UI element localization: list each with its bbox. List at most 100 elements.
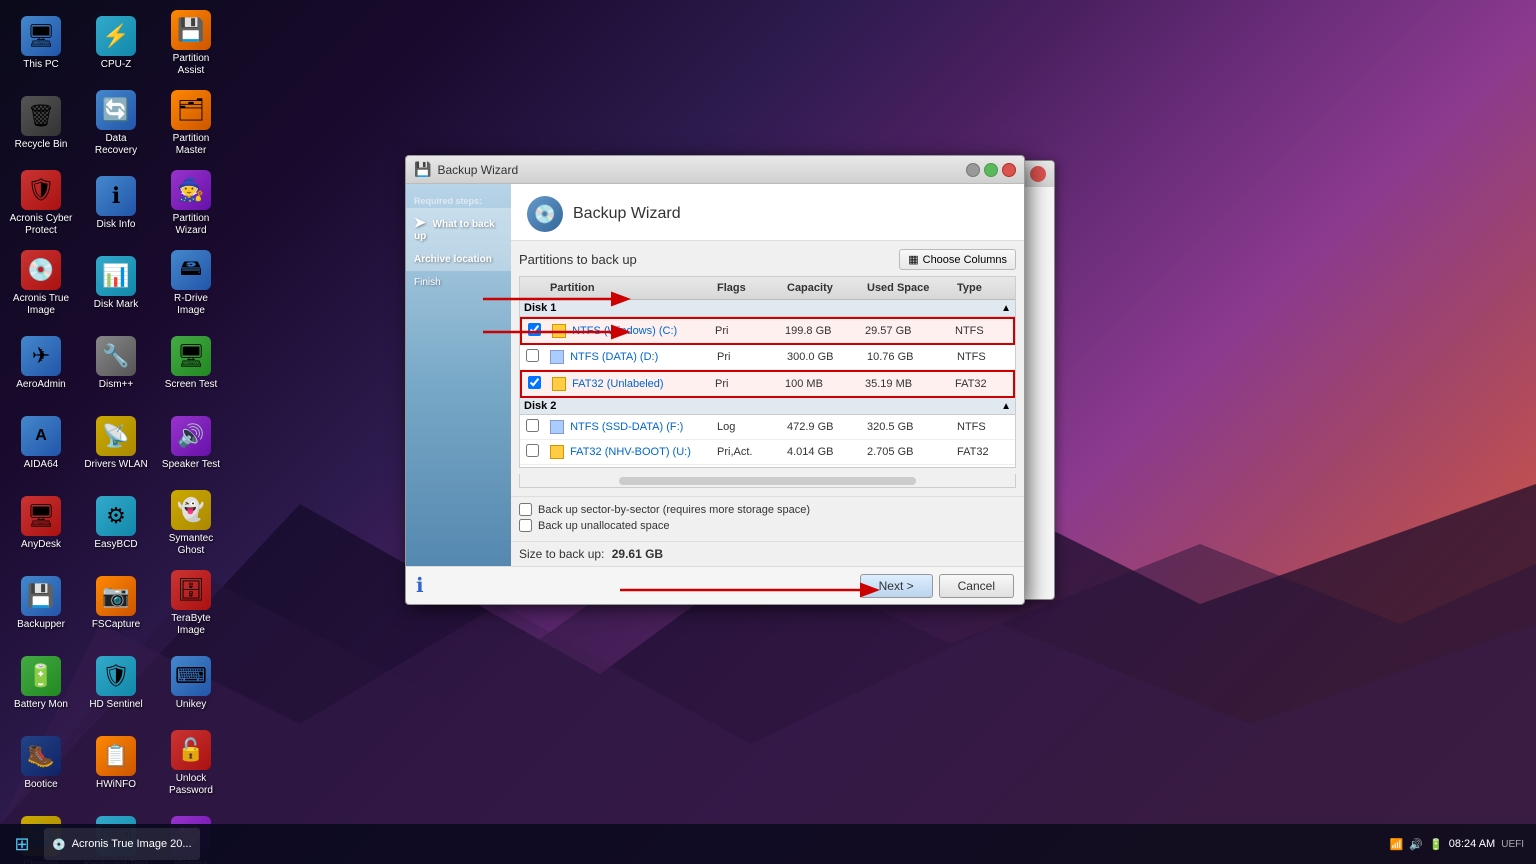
checkbox-sector[interactable] <box>519 503 532 516</box>
partition-row-unlabeled[interactable]: FAT32 (Unlabeled) Pri 100 MB 35.19 MB FA… <box>520 370 1015 398</box>
icon-this-pc[interactable]: 🖥 This PC <box>5 5 77 81</box>
maximize-button[interactable] <box>984 163 998 177</box>
partition-table: Partition Flags Capacity Used Space Type… <box>519 276 1016 468</box>
size-area: Size to back up: 29.61 GB <box>511 541 1024 566</box>
icon-disk-mark[interactable]: 📊 Disk Mark <box>80 245 152 321</box>
wizard-header: 💿 Backup Wizard <box>511 184 1024 241</box>
part-icon-unlabeled <box>552 377 566 391</box>
wizard-main: 💿 Backup Wizard Partitions to back up ▦ … <box>511 184 1024 566</box>
dialog-content-area: Required steps: ➤ What to back up Archiv… <box>406 184 1024 566</box>
tray-network-icon[interactable]: 📶 <box>1390 838 1404 851</box>
choose-columns-icon: ▦ <box>908 253 918 266</box>
icon-unikey[interactable]: ⌨ Unikey <box>155 645 227 721</box>
icon-screen-test[interactable]: 🖥 Screen Test <box>155 325 227 401</box>
dialog-icon: 💾 <box>414 161 431 178</box>
icon-cpu-z[interactable]: ⚡ CPU-Z <box>80 5 152 81</box>
taskbar-item-acronis[interactable]: 💿 Acronis True Image 20... <box>44 828 200 860</box>
disk2-collapse[interactable]: ▲ <box>1001 401 1011 412</box>
table-scrollbar[interactable] <box>519 474 1016 488</box>
wizard-header-icon: 💿 <box>527 196 563 232</box>
col-capacity: Capacity <box>783 280 863 296</box>
desktop: 🖥 This PC ⚡ CPU-Z 💾 Partition Assist 🗑 R… <box>0 0 1536 864</box>
size-value: 29.61 GB <box>612 547 663 561</box>
taskbar-item-icon: 💿 <box>52 838 66 851</box>
partition-row-d[interactable]: NTFS (DATA) (D:) Pri 300.0 GB 10.76 GB N… <box>520 345 1015 370</box>
icon-partition-assist[interactable]: 💾 Partition Assist <box>155 5 227 81</box>
col-flags: Flags <box>713 280 783 296</box>
icon-fscapture[interactable]: 📷 FSCapture <box>80 565 152 641</box>
icon-acronis-cyber[interactable]: 🛡 Acronis Cyber Protect <box>5 165 77 241</box>
icon-r-drive[interactable]: 🖴 R-Drive Image <box>155 245 227 321</box>
table-header: Partition Flags Capacity Used Space Type <box>520 277 1015 300</box>
icon-terabyte[interactable]: 🗄 TeraByte Image <box>155 565 227 641</box>
step-icon-1: ➤ <box>414 214 426 230</box>
col-partition: Partition <box>546 280 713 296</box>
dialog-footer: ℹ Next > Cancel <box>406 566 1024 604</box>
option-sector: Back up sector-by-sector (requires more … <box>519 503 1016 516</box>
icon-dism[interactable]: 🔧 Dism++ <box>80 325 152 401</box>
icon-aeroadmin[interactable]: ✈ AeroAdmin <box>5 325 77 401</box>
tray-battery-icon[interactable]: 🔋 <box>1429 838 1443 851</box>
icon-anydesk[interactable]: 🖥 AnyDesk <box>5 485 77 561</box>
dialog-title: Backup Wizard <box>437 163 518 177</box>
titlebar-controls <box>966 163 1016 177</box>
icon-data-recovery[interactable]: 🔄 Data Recovery <box>80 85 152 161</box>
icon-recycle-bin[interactable]: 🗑 Recycle Bin <box>5 85 77 161</box>
start-button[interactable]: ⊞ <box>4 826 40 862</box>
partitions-area: Partitions to back up ▦ Choose Columns P… <box>511 241 1024 496</box>
icon-backupper[interactable]: 💾 Backupper <box>5 565 77 641</box>
taskbar-item-label: Acronis True Image 20... <box>72 838 192 850</box>
tray-uefi: UEFI <box>1501 839 1524 850</box>
partition-row-u[interactable]: FAT32 (NHV-BOOT) (U:) Pri,Act. 4.014 GB … <box>520 440 1015 465</box>
options-area: Back up sector-by-sector (requires more … <box>511 496 1024 541</box>
col-check <box>522 280 546 296</box>
taskbar-tray: 📶 🔊 🔋 08:24 AM UEFI <box>1390 838 1532 851</box>
step-what-to-back-up[interactable]: ➤ What to back up <box>406 208 511 248</box>
disk1-collapse[interactable]: ▲ <box>1001 303 1011 314</box>
icon-acronis-true[interactable]: 💿 Acronis True Image <box>5 245 77 321</box>
parent-close-button[interactable] <box>1030 166 1046 182</box>
col-used: Used Space <box>863 280 953 296</box>
check-d[interactable] <box>526 349 539 362</box>
icon-bootice[interactable]: 🥾 Bootice <box>5 725 77 801</box>
icon-drivers-wlan[interactable]: 📡 Drivers WLAN <box>80 405 152 481</box>
option-unallocated: Back up unallocated space <box>519 519 1016 532</box>
icon-disk-info[interactable]: ℹ Disk Info <box>80 165 152 241</box>
check-c[interactable] <box>528 323 541 336</box>
partition-row-f[interactable]: NTFS (SSD-DATA) (F:) Log 472.9 GB 320.5 … <box>520 415 1015 440</box>
partition-row-c[interactable]: NTFS (Windows) (C:) Pri 199.8 GB 29.57 G… <box>520 317 1015 345</box>
part-icon-f <box>550 420 564 434</box>
icon-partition-wizard[interactable]: 🧙 Partition Wizard <box>155 165 227 241</box>
minimize-button[interactable] <box>966 163 980 177</box>
icon-easybcd[interactable]: ⚙ EasyBCD <box>80 485 152 561</box>
icon-unlock-password[interactable]: 🔓 Unlock Password <box>155 725 227 801</box>
choose-columns-button[interactable]: ▦ Choose Columns <box>899 249 1016 270</box>
next-button[interactable]: Next > <box>860 574 933 598</box>
tray-time: 08:24 AM <box>1449 838 1495 850</box>
desktop-icon-grid: 🖥 This PC ⚡ CPU-Z 💾 Partition Assist 🗑 R… <box>0 0 220 820</box>
icon-battery-mon[interactable]: 🔋 Battery Mon <box>5 645 77 721</box>
tray-volume-icon[interactable]: 🔊 <box>1409 838 1423 851</box>
step-archive-location[interactable]: Archive location <box>406 248 511 271</box>
check-unlabeled[interactable] <box>528 376 541 389</box>
step-finish[interactable]: Finish <box>406 271 511 294</box>
check-u[interactable] <box>526 444 539 457</box>
required-steps-label: Required steps: <box>406 192 511 208</box>
icon-hwinfo[interactable]: 📋 HWiNFO <box>80 725 152 801</box>
icon-partition-master[interactable]: 🗂 Partition Master <box>155 85 227 161</box>
icon-aida64[interactable]: A AIDA64 <box>5 405 77 481</box>
close-button[interactable] <box>1002 163 1016 177</box>
wizard-sidebar: Required steps: ➤ What to back up Archiv… <box>406 184 511 566</box>
icon-symantec[interactable]: 👻 Symantec Ghost <box>155 485 227 561</box>
size-label: Size to back up: <box>519 547 604 561</box>
dialog-titlebar: 💾 Backup Wizard <box>406 156 1024 184</box>
taskbar: ⊞ 💿 Acronis True Image 20... 📶 🔊 🔋 08:24… <box>0 824 1536 864</box>
cancel-button[interactable]: Cancel <box>939 574 1014 598</box>
col-type: Type <box>953 280 1013 296</box>
help-icon[interactable]: ℹ <box>416 573 424 598</box>
check-f[interactable] <box>526 419 539 432</box>
disk1-group: Disk 1 ▲ <box>520 300 1015 317</box>
checkbox-unallocated[interactable] <box>519 519 532 532</box>
icon-hd-sentinel[interactable]: 🛡 HD Sentinel <box>80 645 152 721</box>
icon-speaker-test[interactable]: 🔊 Speaker Test <box>155 405 227 481</box>
